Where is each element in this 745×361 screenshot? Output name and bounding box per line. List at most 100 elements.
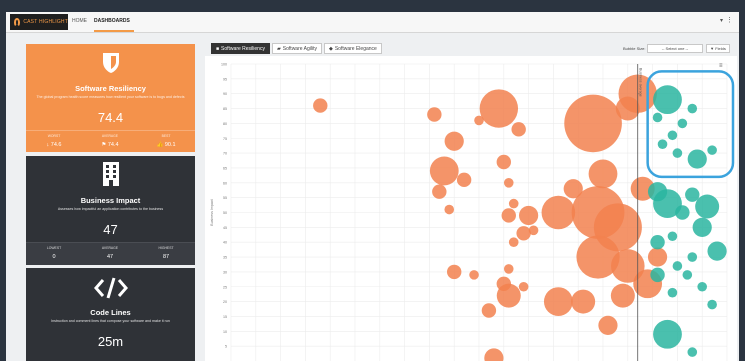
card-stats: WORST ↓ 74.6 AVERAGE ⚑ 74.4 BEST 👍 90.1 <box>26 130 195 153</box>
bubble-orange[interactable] <box>511 122 526 137</box>
tab-software-agility[interactable]: ▰ Software Agility <box>271 43 322 54</box>
bubble-orange[interactable] <box>598 315 618 335</box>
logo[interactable]: CAST HIGHLIGHT <box>10 14 68 30</box>
code-icon <box>26 276 195 305</box>
bubble-orange[interactable] <box>588 159 618 189</box>
fields-button[interactable]: ▼ Fields <box>706 44 730 53</box>
bubble-orange[interactable] <box>444 131 464 151</box>
nav-dashboards[interactable]: DASHBOARDS <box>94 18 130 24</box>
bubble-teal[interactable] <box>672 261 683 271</box>
bubble-teal[interactable] <box>657 139 668 149</box>
bubble-chart[interactable]: 100 95 90 85 80 75 70 65 60 55 50 45 40 35 30 25 20 15 10 5… <box>205 56 737 361</box>
bubble-orange[interactable] <box>496 154 511 170</box>
bubble-teal[interactable] <box>687 103 698 114</box>
bubble-teal[interactable] <box>707 145 717 155</box>
bubble-teal[interactable] <box>653 319 682 349</box>
card-software-resiliency[interactable]: Software Resiliency The global program h… <box>26 44 195 152</box>
bubble-teal[interactable] <box>697 281 707 292</box>
bubble-orange[interactable] <box>481 303 497 318</box>
bubble-teal[interactable] <box>687 252 698 262</box>
more-icon[interactable]: ⋮ <box>726 16 733 24</box>
bubble-orange[interactable] <box>543 287 573 316</box>
card-code-lines[interactable]: Code Lines Instruction and comment lines… <box>26 268 195 361</box>
stat-label: BEST <box>161 134 171 138</box>
bubble-teal[interactable] <box>687 149 707 169</box>
stat-worst: WORST ↓ 74.6 <box>26 131 82 153</box>
tab-software-resiliency[interactable]: ■ Software Resiliency <box>211 43 270 54</box>
bubble-orange[interactable] <box>503 178 514 188</box>
chart-tabs: ■ Software Resiliency ▰ Software Agility ◆… <box>211 43 382 54</box>
bubble-orange[interactable] <box>474 115 484 126</box>
bubble-teal[interactable] <box>652 112 663 123</box>
bubble-teal[interactable] <box>667 231 678 242</box>
card-subtitle: Instruction and comment lines that compo… <box>51 319 170 323</box>
bubble-teal[interactable] <box>677 118 688 129</box>
bubble-orange[interactable] <box>528 225 539 236</box>
bubble-orange[interactable] <box>508 237 519 247</box>
bubble-orange[interactable] <box>447 264 462 280</box>
bubble-teal[interactable] <box>707 241 727 261</box>
bubble-orange[interactable] <box>479 89 519 128</box>
building-icon <box>26 161 195 192</box>
y-tick-label: 85 <box>223 107 227 111</box>
user-menu-caret-icon[interactable]: ▾ <box>720 17 723 24</box>
bubble-teal[interactable] <box>687 347 698 357</box>
bubble-teal[interactable] <box>672 148 683 158</box>
nav-active-indicator <box>94 30 134 32</box>
bubble-teal[interactable] <box>682 270 693 280</box>
bubble-teal[interactable] <box>667 287 678 298</box>
stat-label: HIGHEST <box>158 246 174 250</box>
bubble-teal[interactable] <box>675 205 690 220</box>
bubble-orange[interactable] <box>432 184 447 199</box>
nav-home[interactable]: HOME <box>72 18 87 24</box>
chart-menu-icon[interactable]: ≡ <box>719 63 723 69</box>
bubble-orange[interactable] <box>484 348 504 361</box>
bubble-orange[interactable] <box>503 264 514 274</box>
bubble-orange[interactable] <box>456 172 472 188</box>
bubble-orange[interactable] <box>469 270 479 280</box>
bubble-teal[interactable] <box>650 235 665 250</box>
bubble-orange[interactable] <box>516 226 531 241</box>
bubble-size-label: Bubble Size: <box>623 46 646 51</box>
stat-value: 0 <box>52 254 56 260</box>
y-tick-label: 30 <box>223 270 227 274</box>
bubble-orange[interactable] <box>427 107 442 122</box>
stat-label: AVERAGE <box>101 246 119 250</box>
y-tick-label: 80 <box>223 122 227 126</box>
y-tick-label: 65 <box>223 166 227 170</box>
bubble-teal[interactable] <box>653 85 682 115</box>
bubble-orange[interactable] <box>571 289 596 314</box>
bubble-teal[interactable] <box>695 194 720 219</box>
bubble-orange[interactable] <box>444 204 455 215</box>
tab-software-elegance[interactable]: ◆ Software Elegance <box>323 43 382 54</box>
bubble-size-select[interactable]: -- Select one -- <box>647 44 703 53</box>
y-tick-label: 35 <box>223 256 227 260</box>
shield-icon <box>26 52 195 79</box>
card-title: Code Lines <box>90 308 131 317</box>
stat-value: 47 <box>106 254 114 260</box>
bubble-orange[interactable] <box>313 98 328 113</box>
bubble-orange[interactable] <box>564 94 622 153</box>
bubble-orange[interactable] <box>518 281 529 292</box>
bubble-teal[interactable] <box>650 267 665 283</box>
stat-value: 90.1 <box>164 142 176 148</box>
bubble-orange[interactable] <box>508 198 519 209</box>
card-subtitle: Assesses how impactful an application co… <box>57 207 164 211</box>
bubble-teal[interactable] <box>692 217 712 237</box>
y-tick-label: 55 <box>223 196 227 200</box>
bubble-orange[interactable] <box>610 283 635 308</box>
bubble-orange[interactable] <box>429 156 459 186</box>
bubble-teal[interactable] <box>667 130 678 141</box>
bubble-orange[interactable] <box>541 195 576 230</box>
bubble-orange[interactable] <box>501 208 516 223</box>
diamond-icon: ◆ <box>328 46 333 52</box>
stat-lowest: LOWEST 0 <box>26 243 82 265</box>
bubble-orange[interactable] <box>519 205 539 226</box>
bubble-teal[interactable] <box>707 299 717 310</box>
bubble-orange[interactable] <box>496 283 521 308</box>
y-tick-label: 100 <box>221 63 227 67</box>
stat-label: LOWEST <box>46 246 62 250</box>
card-business-impact[interactable]: Business Impact Assesses how impactful a… <box>26 156 195 265</box>
shield-icon: ■ <box>216 46 220 52</box>
bubble-orange[interactable] <box>647 247 668 267</box>
